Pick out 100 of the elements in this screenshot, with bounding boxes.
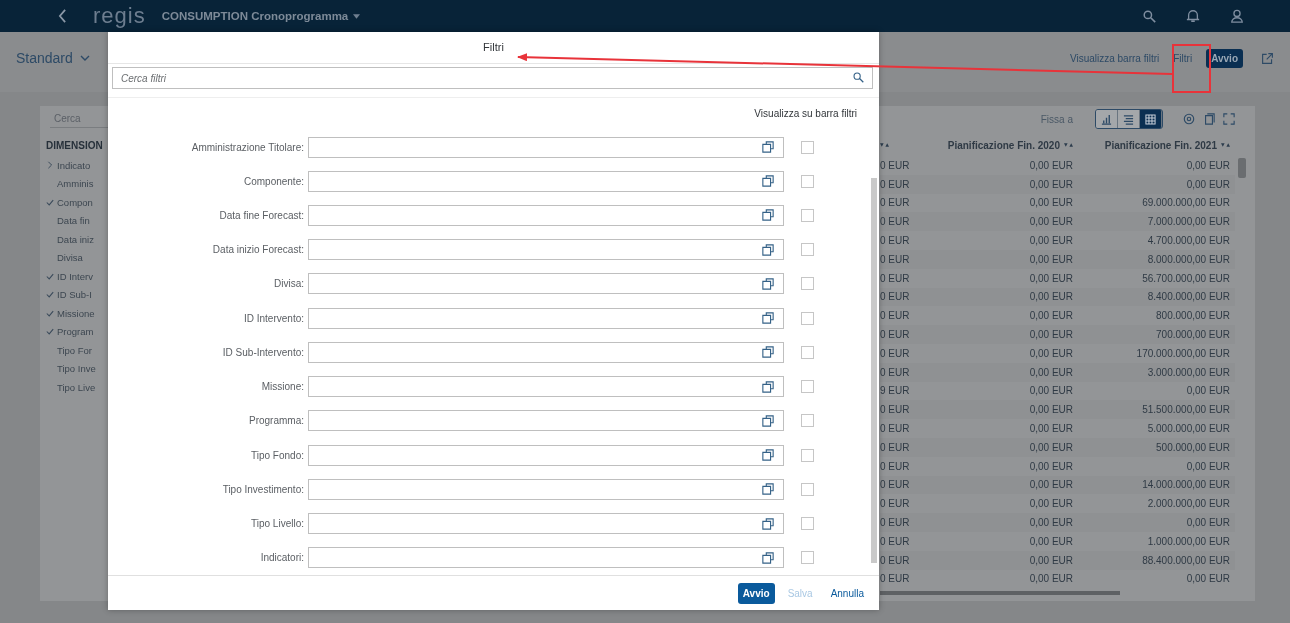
table-cell: 0 EUR: [880, 366, 910, 378]
notification-bell-icon[interactable]: [1186, 9, 1200, 23]
checkbox[interactable]: [801, 209, 814, 222]
value-help-icon[interactable]: [762, 141, 774, 153]
value-help-icon[interactable]: [762, 551, 774, 564]
checkbox[interactable]: [801, 551, 814, 565]
app-title-menu[interactable]: CONSUMPTION Cronoprogramma: [161, 10, 361, 22]
checkbox[interactable]: [801, 414, 814, 428]
table-cell: 0,00 EUR: [1029, 159, 1073, 171]
search-icon[interactable]: [853, 72, 864, 83]
table-cell: 170.000.000,00 EUR: [1136, 347, 1230, 359]
chevron-down-icon: [79, 55, 90, 61]
share-icon[interactable]: [1261, 51, 1274, 65]
table-cell: 0 EUR: [880, 253, 910, 265]
filter-input-field[interactable]: [308, 478, 784, 500]
checkbox[interactable]: [801, 140, 814, 154]
settings-icon[interactable]: [1183, 113, 1195, 125]
filter-input-field[interactable]: [308, 136, 784, 158]
view-toggle-button[interactable]: [1096, 110, 1118, 128]
checkbox[interactable]: [801, 243, 814, 257]
go-button[interactable]: Avvio: [737, 582, 775, 604]
sort-icon[interactable]: [1064, 142, 1073, 148]
variant-selector[interactable]: Standard: [16, 50, 90, 66]
view-toggle-button[interactable]: [1140, 110, 1162, 128]
column-header[interactable]: Pianificazione Fin. 2020: [947, 139, 1060, 151]
checkmark-icon: [46, 291, 54, 299]
filter-input-field[interactable]: [308, 444, 784, 466]
checkbox[interactable]: [801, 482, 814, 496]
search-icon[interactable]: [1143, 9, 1156, 23]
value-help-icon[interactable]: [762, 209, 774, 222]
user-icon[interactable]: [1230, 9, 1244, 23]
filter-input-field[interactable]: [308, 376, 784, 398]
table-cell: 0,00 EUR: [1029, 498, 1073, 510]
checkbox[interactable]: [801, 311, 814, 325]
table-cell: 56.700.000,00 EUR: [1142, 272, 1230, 284]
filter-input-field[interactable]: [308, 170, 784, 192]
table-cell: 0,00 EUR: [1029, 423, 1073, 435]
value-help-icon[interactable]: [762, 243, 774, 256]
checkbox[interactable]: [801, 517, 814, 531]
back-icon[interactable]: [58, 9, 67, 23]
value-help-icon[interactable]: [762, 277, 774, 290]
dialog-title: Filtri: [108, 32, 879, 64]
table-cell: 1.000.000,00 EUR: [1147, 535, 1230, 547]
checkbox[interactable]: [801, 174, 814, 188]
table-cell: 0,00 EUR: [1029, 329, 1073, 341]
header-action-button[interactable]: Visualizza barra filtri: [1065, 48, 1164, 68]
value-help-icon[interactable]: [762, 346, 774, 359]
filter-input-field[interactable]: [308, 273, 784, 295]
filter-input-field[interactable]: [308, 410, 784, 432]
table-cell: 0 EUR: [880, 423, 910, 435]
dimension-item[interactable]: ID Sub-I: [46, 285, 116, 304]
value-help-icon[interactable]: [762, 517, 774, 530]
filter-input-field[interactable]: [308, 513, 784, 535]
header-action-button[interactable]: Filtri: [1169, 48, 1197, 68]
dimension-item[interactable]: Compon: [46, 193, 116, 212]
filter-input-field[interactable]: [308, 205, 784, 226]
sort-icon[interactable]: [1221, 142, 1230, 148]
table-cell: 0 EUR: [880, 235, 910, 247]
table-cell: 88.400.000,00 EUR: [1142, 554, 1230, 566]
table-cell: 0 EUR: [880, 178, 910, 190]
value-help-icon[interactable]: [762, 380, 774, 393]
filter-input-field[interactable]: [308, 547, 784, 569]
value-help-icon[interactable]: [762, 312, 774, 325]
value-help-icon[interactable]: [762, 449, 774, 462]
field-label: Tipo Investimento:: [221, 483, 305, 495]
field-label: ID Sub-Intervento:: [221, 346, 305, 358]
go-button[interactable]: Avvio: [1206, 48, 1243, 68]
checkbox[interactable]: [801, 380, 814, 394]
table-cell: 8.400.000,00 EUR: [1147, 291, 1230, 303]
value-help-icon[interactable]: [762, 414, 774, 427]
filter-input-field[interactable]: [308, 341, 784, 363]
vertical-scrollbar[interactable]: [1238, 158, 1246, 178]
chevron-right-icon[interactable]: [46, 161, 54, 170]
search-field[interactable]: Cerca filtri: [112, 67, 873, 89]
value-help-icon[interactable]: [762, 483, 774, 496]
table-cell: 0,00 EUR: [1029, 441, 1073, 453]
sort-icon[interactable]: [880, 142, 889, 148]
dimension-item[interactable]: Missione: [46, 304, 116, 323]
table-cell: 0,00 EUR: [1029, 366, 1073, 378]
fullscreen-icon[interactable]: [1223, 113, 1235, 125]
dimension-item[interactable]: Program: [46, 322, 116, 341]
dimension-item[interactable]: ID Interv: [46, 267, 116, 286]
checkbox[interactable]: [801, 448, 814, 462]
table-cell: 0 EUR: [880, 441, 910, 453]
table-cell: 0,00 EUR: [1029, 573, 1073, 585]
filter-input-field[interactable]: [308, 239, 784, 261]
column-header[interactable]: Pianificazione Fin. 2021: [1104, 139, 1217, 151]
table-cell: 8.000.000,00 EUR: [1147, 253, 1230, 265]
dimension-item[interactable]: Indicato: [46, 156, 116, 175]
vertical-scrollbar[interactable]: [871, 178, 877, 563]
view-toggle-button[interactable]: [1118, 110, 1140, 128]
filter-input-field[interactable]: [308, 307, 784, 329]
horizontal-scrollbar[interactable]: [880, 591, 1120, 595]
footer-button[interactable]: Annulla: [825, 582, 869, 604]
checkbox[interactable]: [801, 277, 814, 291]
checkbox[interactable]: [801, 345, 814, 359]
value-help-icon[interactable]: [762, 175, 774, 188]
table-cell: 0,00 EUR: [1029, 404, 1073, 416]
table-cell: 0,00 EUR: [1186, 178, 1230, 190]
export-icon[interactable]: [1203, 113, 1215, 125]
